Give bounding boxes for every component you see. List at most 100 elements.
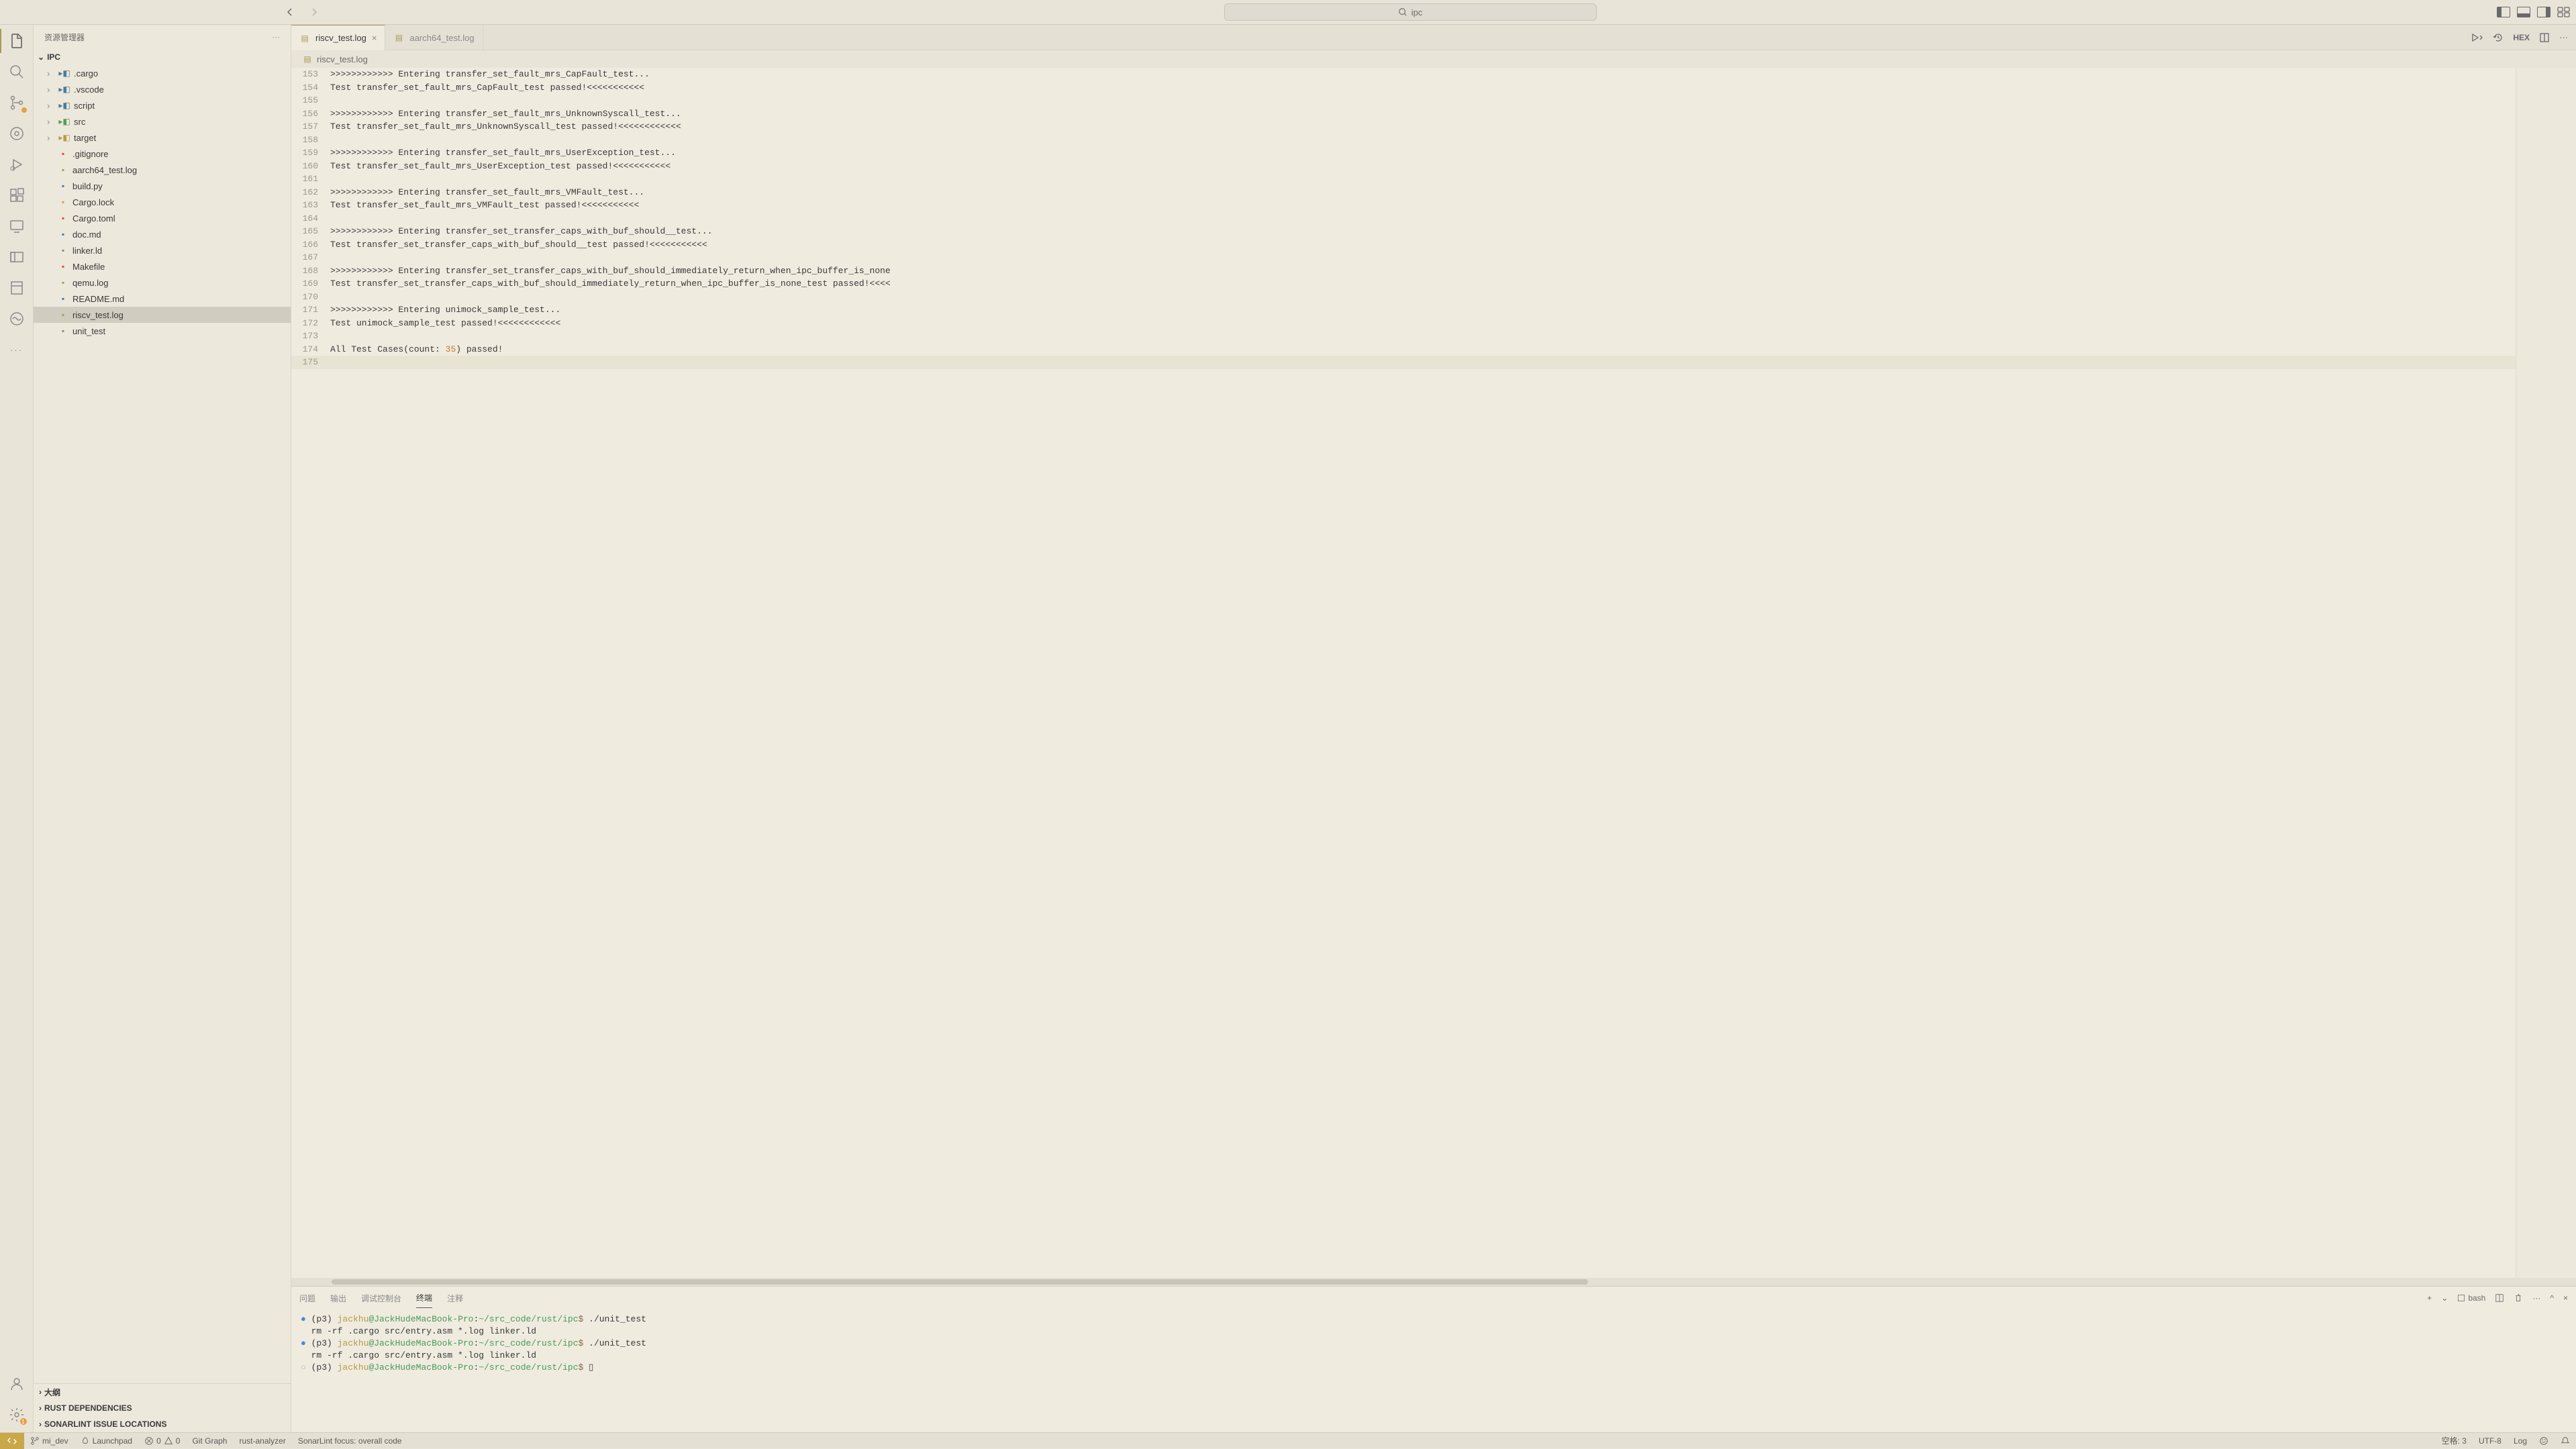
toggle-primary-sidebar-button[interactable] [2497,7,2510,17]
more-actions-icon[interactable]: ··· [2559,32,2568,42]
project-manager-icon[interactable] [7,248,26,266]
split-editor-icon[interactable] [2539,32,2550,43]
file-row[interactable]: ▪Cargo.lock [34,194,291,210]
encoding-status[interactable]: UTF-8 [2473,1435,2508,1446]
info-file-icon: ▪ [58,293,68,304]
run-debug-icon[interactable] [7,155,26,174]
split-terminal-icon[interactable] [2495,1293,2504,1303]
panel-more-icon[interactable]: ··· [2532,1293,2540,1303]
launchpad-status[interactable]: Launchpad [75,1436,138,1446]
folder-row[interactable]: ›▸◧target [34,130,291,146]
more-icon[interactable]: ··· [7,340,26,359]
remote-button[interactable] [0,1433,24,1449]
close-tab-icon[interactable]: × [372,33,377,43]
gitgraph-status[interactable]: Git Graph [186,1436,233,1446]
panel-tab[interactable]: 调试控制台 [361,1289,401,1308]
code-line: 175 [291,356,2516,369]
close-panel-icon[interactable]: × [2563,1293,2568,1303]
file-row[interactable]: ▪unit_test [34,323,291,339]
terminal-dropdown-icon[interactable]: ⌄ [2441,1293,2448,1303]
hex-button[interactable]: HEX [2513,33,2530,42]
kill-terminal-icon[interactable] [2514,1293,2523,1303]
gitlens-icon[interactable] [7,124,26,143]
line-number: 172 [291,317,330,330]
editor-content[interactable]: 153>>>>>>>>>>>> Entering transfer_set_fa… [291,68,2516,1278]
branch-status[interactable]: mi_dev [24,1436,75,1446]
problems-status[interactable]: 0 0 [138,1436,186,1446]
folder-row[interactable]: ›▸◧script [34,97,291,113]
explorer-icon[interactable] [7,32,26,50]
history-icon[interactable] [2493,32,2504,43]
accounts-icon[interactable] [7,1375,26,1393]
folder-row[interactable]: ›▸◧.vscode [34,81,291,97]
file-name: aarch64_test.log [72,165,137,175]
sidebar-section-header[interactable]: ›大纲 [34,1384,291,1400]
nav-forward-button[interactable] [305,3,324,21]
folder-row[interactable]: ›▸◧.cargo [34,65,291,81]
sidebar-section-header[interactable]: ›SONARLINT ISSUE LOCATIONS [34,1416,291,1432]
toggle-secondary-sidebar-button[interactable] [2537,7,2550,17]
file-row[interactable]: ▪ Makefile [34,258,291,274]
panel-tab[interactable]: 输出 [330,1289,346,1308]
folder-row[interactable]: ›▸◧src [34,113,291,130]
file-row[interactable]: ▪qemu.log [34,274,291,291]
code-line: 153>>>>>>>>>>>> Entering transfer_set_fa… [291,68,2516,81]
editor-tab[interactable]: ▤riscv_test.log× [291,25,385,50]
terminal-output[interactable]: ● (p3) jackhu@JackHudeMacBook-Pro:~/src_… [291,1309,2576,1432]
file-name: riscv_test.log [72,310,123,320]
launchpad-label: Launchpad [93,1436,132,1446]
sonarlint-status[interactable]: SonarLint focus: overall code [292,1436,408,1446]
rust-analyzer-status[interactable]: rust-analyzer [233,1436,291,1446]
file-row[interactable]: ▪.gitignore [34,146,291,162]
minimap[interactable] [2516,68,2576,1278]
toggle-panel-button[interactable] [2517,7,2530,17]
indent-status[interactable]: 空格: 3 [2436,1435,2473,1446]
search-activity-icon[interactable] [7,62,26,81]
line-number: 156 [291,107,330,121]
line-content: >>>>>>>>>>>> Entering transfer_set_trans… [330,225,2516,238]
remote-explorer-icon[interactable] [7,217,26,236]
sonarlint-icon[interactable] [7,309,26,328]
todo-icon[interactable] [7,279,26,297]
language-status[interactable]: Log [2508,1435,2533,1446]
extensions-icon[interactable] [7,186,26,205]
file-row[interactable]: ▪doc.md [34,226,291,242]
command-center-search[interactable]: ipc [1224,3,1597,21]
explorer-more-icon[interactable]: ··· [272,32,280,42]
notifications-icon[interactable] [2555,1435,2576,1446]
chevron-right-icon: › [39,1419,42,1429]
file-row[interactable]: ▪riscv_test.log [34,307,291,323]
section-label: SONARLINT ISSUE LOCATIONS [44,1419,166,1429]
feedback-icon[interactable] [2533,1435,2555,1446]
customize-layout-button[interactable] [2557,7,2571,17]
terminal-line: rm -rf .cargo src/entry.asm *.log linker… [301,1350,2567,1362]
folder-icon: ▸◧ [59,100,70,111]
new-terminal-icon[interactable]: + [2427,1293,2432,1303]
maximize-panel-icon[interactable]: ^ [2550,1293,2554,1303]
shell-label[interactable]: bash [2457,1293,2485,1303]
file-row[interactable]: ▪build.py [34,178,291,194]
horizontal-scrollbar[interactable] [291,1278,2576,1286]
run-button[interactable] [2471,33,2483,42]
settings-gear-icon[interactable]: 1 [7,1405,26,1424]
panel-tab[interactable]: 问题 [299,1289,315,1308]
editor-tab[interactable]: ▤aarch64_test.log [385,25,483,50]
line-content [330,251,2516,264]
file-row[interactable]: ▪Cargo.toml [34,210,291,226]
file-name: Makefile [72,262,105,272]
file-row[interactable]: ▪aarch64_test.log [34,162,291,178]
file-row[interactable]: ▪linker.ld [34,242,291,258]
source-control-icon[interactable] [7,93,26,112]
breadcrumb[interactable]: ▤ riscv_test.log [291,50,2576,68]
project-header[interactable]: ⌄ IPC [34,49,291,65]
chevron-right-icon: › [47,101,55,111]
make-file-icon: ▪ [58,261,68,272]
code-line: 160Test transfer_set_fault_mrs_UserExcep… [291,160,2516,173]
panel-tab[interactable]: 终端 [416,1288,432,1308]
nav-back-button[interactable] [281,3,299,21]
file-row[interactable]: ▪README.md [34,291,291,307]
folder-icon: ▸◧ [59,132,70,143]
file-file-icon: ▪ [58,326,68,336]
sidebar-section-header[interactable]: ›RUST DEPENDENCIES [34,1400,291,1416]
panel-tab[interactable]: 注释 [447,1289,463,1308]
